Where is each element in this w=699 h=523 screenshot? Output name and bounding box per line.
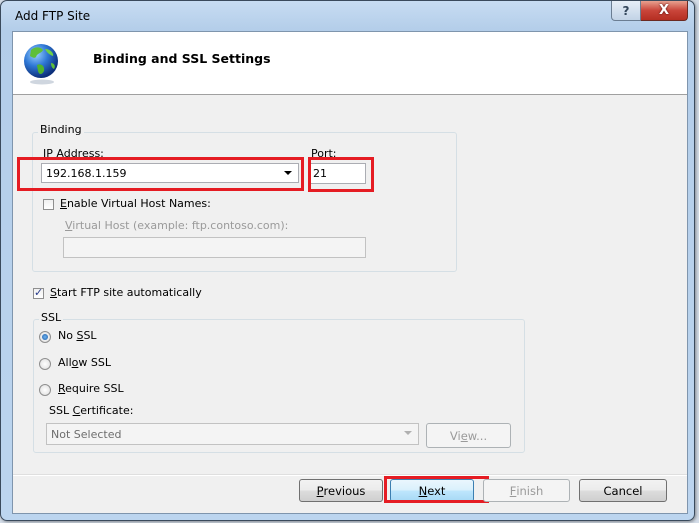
- ip-address-value: 192.168.1.159: [46, 166, 127, 180]
- next-button[interactable]: Next: [390, 479, 474, 502]
- port-label: Port:: [311, 147, 337, 160]
- no-ssl-label: No SSL: [58, 329, 97, 342]
- view-certificate-button[interactable]: Vi e w...: [426, 423, 511, 448]
- require-ssl-label: Require SSL: [58, 382, 124, 395]
- virtual-host-input[interactable]: [63, 237, 366, 258]
- close-button[interactable]: X: [641, 1, 688, 21]
- start-ftp-automatically-label: Start FTP site automatically: [50, 286, 202, 299]
- help-icon: ?: [622, 3, 630, 18]
- ssl-certificate-value: Not Selected: [51, 427, 122, 441]
- ssl-certificate-label: SSL Certificate:: [49, 404, 134, 417]
- enable-virtual-host-checkbox[interactable]: [43, 199, 54, 210]
- window-title: Add FTP Site: [15, 9, 91, 23]
- port-value: 21: [313, 167, 327, 180]
- require-ssl-radio[interactable]: [39, 384, 51, 396]
- chevron-down-icon: [284, 171, 292, 175]
- add-ftp-site-dialog: Add FTP Site ? X Binding and SSL Setting…: [0, 0, 695, 521]
- page-title: Binding and SSL Settings: [93, 51, 271, 66]
- ssl-certificate-combobox[interactable]: Not Selected: [46, 423, 419, 445]
- cancel-button[interactable]: Cancel: [579, 479, 667, 502]
- ip-address-label: IP Address:: [43, 147, 104, 160]
- globe-icon: [24, 44, 58, 85]
- ip-address-combobox[interactable]: 192.168.1.159: [41, 163, 299, 183]
- port-input[interactable]: 21: [310, 163, 366, 184]
- help-button[interactable]: ?: [611, 1, 641, 21]
- close-icon: X: [658, 3, 670, 18]
- footer-separator: [13, 474, 687, 476]
- allow-ssl-label: Allow SSL: [58, 356, 111, 369]
- enable-virtual-host-label: Enable Virtual Host Names:: [60, 197, 211, 210]
- no-ssl-radio[interactable]: [39, 331, 51, 343]
- binding-legend: Binding: [38, 123, 84, 136]
- finish-button[interactable]: Finish: [483, 479, 570, 502]
- chevron-down-icon: [404, 431, 412, 435]
- virtual-host-label: Virtual Host (example: ftp.contoso.com):: [65, 219, 289, 232]
- start-ftp-automatically-checkbox[interactable]: [33, 286, 44, 299]
- previous-button[interactable]: Previous: [299, 479, 383, 502]
- dialog-client: Binding and SSL Settings Binding IP Addr…: [12, 31, 688, 514]
- wizard-header: Binding and SSL Settings: [13, 32, 687, 95]
- ssl-legend: SSL: [39, 311, 64, 324]
- allow-ssl-radio[interactable]: [39, 358, 51, 370]
